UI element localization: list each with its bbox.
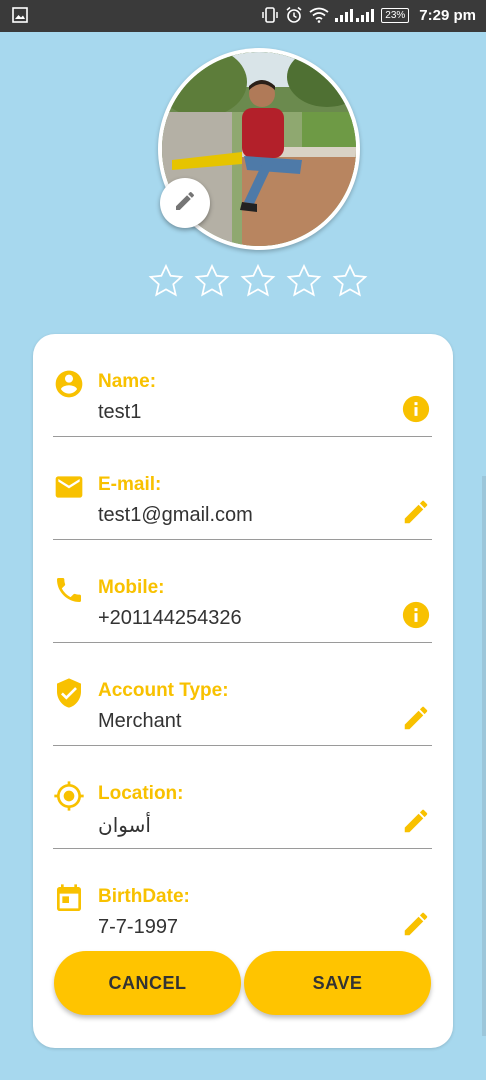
- star-icon[interactable]: [331, 262, 369, 300]
- star-icon[interactable]: [193, 262, 231, 300]
- scrollbar[interactable]: [482, 476, 486, 1036]
- location-icon: [54, 781, 84, 811]
- wifi-icon: [309, 7, 329, 23]
- shield-check-icon: [57, 678, 81, 708]
- star-icon[interactable]: [147, 262, 185, 300]
- rating-stars[interactable]: [147, 262, 369, 300]
- name-value: test1: [98, 401, 142, 423]
- star-icon[interactable]: [239, 262, 277, 300]
- email-value: test1@gmail.com: [98, 504, 253, 526]
- calendar-icon: [57, 884, 81, 911]
- email-icon: [55, 476, 83, 498]
- name-label: Name:: [98, 371, 157, 392]
- divider: [53, 642, 432, 643]
- divider: [53, 436, 432, 437]
- account-type-value: Merchant: [98, 710, 182, 732]
- alarm-icon: [285, 6, 303, 24]
- birthdate-value: 7-7-1997: [98, 916, 179, 938]
- birthdate-row: BirthDate: 7-7-1997: [33, 861, 453, 964]
- info-icon[interactable]: [401, 394, 431, 424]
- vibrate-icon: [261, 6, 279, 24]
- location-row: Location: أسوان: [33, 758, 453, 861]
- email-row: E-mail: test1@gmail.com: [33, 449, 453, 552]
- mobile-row: Mobile: +201144254326: [33, 552, 453, 655]
- battery-indicator: 23%: [381, 7, 410, 23]
- location-value: أسوان: [98, 815, 151, 837]
- account-type-row: Account Type: Merchant: [33, 655, 453, 758]
- edit-icon[interactable]: [401, 806, 431, 836]
- clock: 7:29 pm: [419, 6, 476, 24]
- profile-card: Name: test1 E-mail: test1@gmail.com Mobi…: [33, 334, 453, 1048]
- edit-photo-button[interactable]: [160, 178, 210, 228]
- mobile-value: +201144254326: [98, 607, 242, 629]
- star-icon[interactable]: [285, 262, 323, 300]
- divider: [53, 848, 432, 849]
- status-bar: 23% 7:29 pm: [0, 0, 486, 32]
- location-label: Location:: [98, 783, 184, 804]
- divider: [53, 745, 432, 746]
- gallery-notification-icon: [12, 7, 28, 23]
- account-type-label: Account Type:: [98, 680, 229, 701]
- divider: [53, 539, 432, 540]
- save-button[interactable]: SAVE: [244, 951, 431, 1015]
- person-icon: [55, 370, 83, 398]
- email-label: E-mail:: [98, 474, 162, 495]
- mobile-label: Mobile:: [98, 577, 165, 598]
- edit-icon[interactable]: [401, 909, 431, 939]
- pencil-icon: [173, 189, 197, 218]
- signal-icon: [335, 8, 375, 22]
- info-icon[interactable]: [401, 600, 431, 630]
- cancel-button[interactable]: CANCEL: [54, 951, 241, 1015]
- phone-icon: [57, 578, 81, 602]
- name-row: Name: test1: [33, 346, 453, 449]
- edit-icon[interactable]: [401, 703, 431, 733]
- birthdate-label: BirthDate:: [98, 886, 190, 907]
- edit-icon[interactable]: [401, 497, 431, 527]
